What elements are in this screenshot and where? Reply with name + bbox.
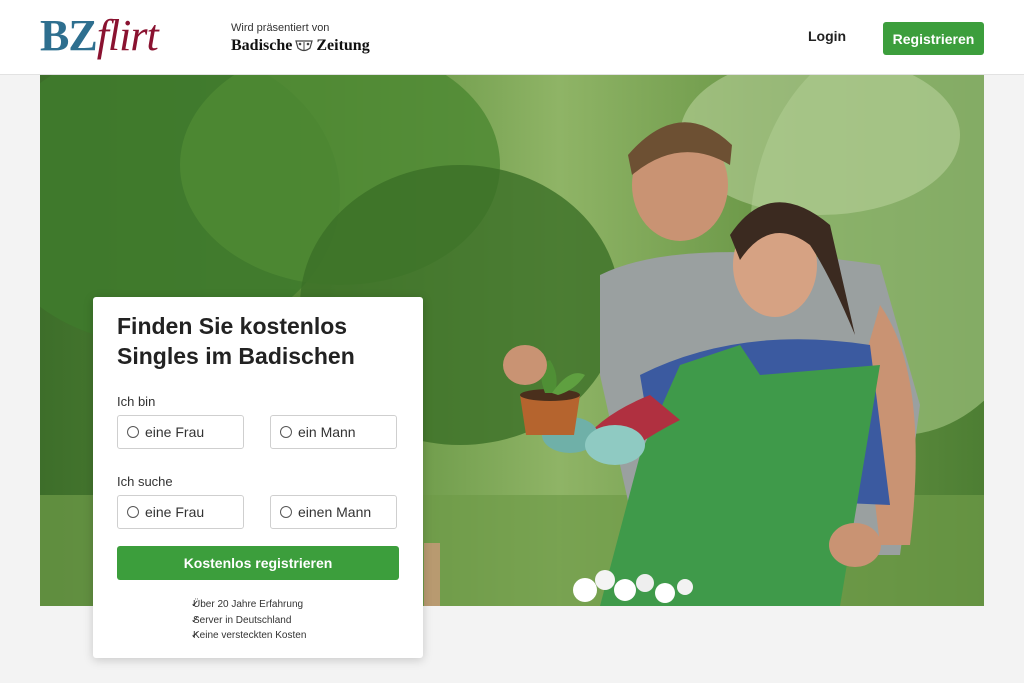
i-am-label: Ich bin [117, 394, 156, 409]
benefit-text: Keine versteckten Kosten [193, 630, 307, 641]
benefits-list: ✓ Über 20 Jahre Erfahrung ✓ Server in Deut… [93, 597, 423, 644]
benefit-item: ✓ Server in Deutschland [93, 613, 423, 629]
presented-by-text: Wird präsentiert von [231, 22, 330, 34]
badische-zeitung-logo: Badische Zeitung [231, 37, 370, 55]
option-label: eine Frau [145, 424, 205, 440]
benefit-text: Über 20 Jahre Erfahrung [193, 599, 304, 610]
paper-name-left: Badische [231, 37, 293, 54]
radio-icon[interactable] [280, 506, 292, 518]
bzflirt-logo[interactable]: BZflirt [40, 10, 159, 62]
signup-card: Finden Sie kostenlos Singles im Badische… [93, 297, 423, 658]
benefit-text: Server in Deutschland [193, 614, 292, 626]
signup-title: Finden Sie kostenlos Singles im Badische… [117, 313, 355, 369]
radio-icon[interactable] [127, 426, 139, 438]
presented-by: Wird präsentiert von Badische Zeitung [231, 22, 370, 55]
seeking-man-option[interactable]: einen Mann [270, 495, 397, 529]
check-icon: ✓ [191, 614, 200, 626]
register-button[interactable]: Registrieren [883, 22, 984, 55]
seeking-label: Ich suche [117, 474, 173, 489]
check-icon: ✓ [191, 599, 200, 610]
site-header: BZflirt Wird präsentiert von Badische Ze… [0, 0, 1024, 75]
crest-icon [295, 40, 314, 52]
free-register-button[interactable]: Kostenlos registrieren [117, 546, 399, 580]
paper-name-right: Zeitung [316, 37, 370, 54]
option-label: ein Mann [298, 424, 356, 440]
logo-bz: BZ [40, 11, 98, 60]
option-label: einen Mann [298, 504, 372, 520]
login-link[interactable]: Login [808, 28, 846, 44]
radio-icon[interactable] [280, 426, 292, 438]
benefit-item: ✓ Über 20 Jahre Erfahrung [93, 597, 423, 613]
logo-flirt: flirt [96, 11, 159, 60]
i-am-man-option[interactable]: ein Mann [270, 415, 397, 449]
radio-icon[interactable] [127, 506, 139, 518]
seeking-woman-option[interactable]: eine Frau [117, 495, 244, 529]
option-label: eine Frau [145, 504, 205, 520]
i-am-woman-option[interactable]: eine Frau [117, 415, 244, 449]
benefit-item: ✓ Keine versteckten Kosten [93, 628, 423, 644]
check-icon: ✓ [191, 630, 200, 641]
